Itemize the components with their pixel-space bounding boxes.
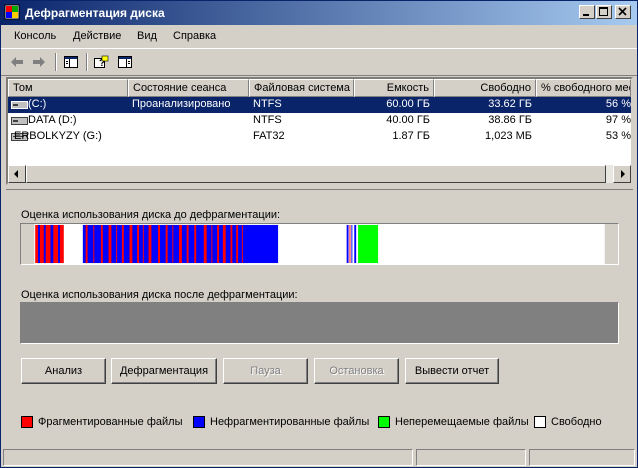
free-swatch — [534, 416, 546, 428]
pause-button[interactable]: Пауза — [223, 358, 308, 384]
legend-contiguous: Нефрагментированные файлы — [193, 416, 369, 428]
volume-free: 1,023 МБ — [485, 130, 532, 142]
legend-label: Неперемещаемые файлы — [395, 416, 529, 428]
legend-label: Нефрагментированные файлы — [210, 416, 370, 428]
volume-capacity: 40.00 ГБ — [386, 114, 430, 126]
column-header-session-status[interactable]: Состояние сеанса — [128, 79, 249, 97]
back-button[interactable] — [7, 53, 27, 71]
forward-button[interactable] — [29, 53, 49, 71]
legend-unmovable: Неперемещаемые файлы — [378, 416, 529, 428]
legend-free: Свободно — [534, 416, 602, 428]
show-hide-tree-icon — [64, 56, 78, 68]
column-header-file-system[interactable]: Файловая система — [249, 79, 354, 97]
minimize-icon — [583, 14, 589, 16]
close-button[interactable] — [615, 5, 631, 19]
volume-percent-free: 53 % — [605, 130, 631, 142]
column-header-free[interactable]: Свободно — [434, 79, 536, 97]
status-pane — [3, 449, 413, 466]
unmovable-swatch — [378, 416, 390, 428]
window-title: Дефрагментация диска — [25, 6, 165, 20]
help-button[interactable]: ? — [91, 53, 111, 71]
title-bar[interactable]: Дефрагментация диска — [1, 1, 637, 25]
volume-row-g[interactable]: ERBOLKYZY (G:) FAT32 1.87 ГБ 1,023 МБ 53… — [8, 129, 631, 145]
before-defrag-label: Оценка использования диска до дефрагмент… — [21, 209, 281, 221]
properties-icon — [118, 56, 132, 68]
volume-session-status: Проанализировано — [132, 98, 231, 110]
before-defrag-map — [20, 223, 619, 265]
status-pane — [529, 449, 635, 466]
after-defrag-map — [20, 302, 619, 344]
legend-label: Фрагментированные файлы — [38, 416, 183, 428]
volume-percent-free: 97 % — [605, 114, 631, 126]
toolbar: ? — [1, 48, 637, 76]
column-header-capacity[interactable]: Емкость — [354, 79, 434, 97]
analyze-button[interactable]: Анализ — [21, 358, 106, 384]
stop-button[interactable]: Остановка — [314, 358, 399, 384]
scroll-right-button[interactable] — [613, 165, 631, 183]
contiguous-swatch — [193, 416, 205, 428]
toolbar-separator — [55, 53, 57, 71]
menu-console[interactable]: Консоль — [14, 30, 56, 42]
scroll-left-button[interactable] — [8, 165, 26, 183]
volume-file-system: FAT32 — [253, 130, 285, 142]
legend-fragmented: Фрагментированные файлы — [21, 416, 183, 428]
scroll-right-icon — [621, 170, 625, 178]
volume-file-system: NTFS — [253, 98, 282, 110]
volume-file-system: NTFS — [253, 114, 282, 126]
back-arrow-icon — [11, 57, 23, 67]
volume-name: DATA (D:) — [28, 114, 77, 126]
volume-percent-free: 56 % — [605, 98, 631, 110]
view-report-button[interactable]: Вывести отчет — [405, 358, 499, 384]
column-header-percent-free[interactable]: % свободного мес — [536, 79, 631, 97]
status-pane — [416, 449, 526, 466]
status-bar — [1, 447, 637, 467]
forward-arrow-icon — [33, 57, 45, 67]
volume-row-d[interactable]: DATA (D:) NTFS 40.00 ГБ 38.86 ГБ 97 % — [8, 113, 631, 129]
column-header-volume[interactable]: Том — [8, 79, 128, 97]
menu-view[interactable]: Вид — [137, 30, 157, 42]
volume-name: (C:) — [28, 98, 47, 110]
toolbar-separator — [86, 53, 88, 71]
after-defrag-label: Оценка использования диска после дефрагм… — [21, 289, 298, 301]
fragmented-swatch — [21, 416, 33, 428]
scroll-left-icon — [14, 170, 18, 178]
scroll-thumb[interactable] — [26, 165, 606, 183]
legend-label: Свободно — [551, 416, 602, 428]
close-icon — [618, 7, 627, 16]
menu-bar: Консоль Действие Вид Справка — [1, 26, 637, 46]
show-hide-tree-button[interactable] — [61, 53, 81, 71]
volume-free: 33.62 ГБ — [488, 98, 532, 110]
volume-capacity: 60.00 ГБ — [386, 98, 430, 110]
maximize-button[interactable] — [596, 5, 612, 19]
help-icon: ? — [94, 55, 109, 69]
volume-name: ERBOLKYZY (G:) — [14, 130, 102, 142]
menu-help[interactable]: Справка — [173, 30, 216, 42]
properties-button[interactable] — [115, 53, 135, 71]
defragment-button[interactable]: Дефрагментация — [111, 358, 217, 384]
maximize-icon — [599, 7, 608, 16]
hard-drive-icon — [11, 117, 28, 125]
minimize-button[interactable] — [579, 5, 595, 19]
horizontal-scrollbar[interactable] — [8, 165, 631, 183]
volume-list[interactable]: Том Состояние сеанса Файловая система Ем… — [6, 77, 633, 185]
defrag-window: Дефрагментация диска Консоль Действие Ви… — [0, 0, 638, 468]
volume-row-c[interactable]: (C:) Проанализировано NTFS 60.00 ГБ 33.6… — [8, 97, 631, 113]
volume-free: 38.86 ГБ — [488, 114, 532, 126]
hard-drive-icon — [11, 101, 28, 109]
defrag-app-icon — [4, 4, 20, 20]
volume-capacity: 1.87 ГБ — [392, 130, 430, 142]
menu-action[interactable]: Действие — [73, 30, 121, 42]
